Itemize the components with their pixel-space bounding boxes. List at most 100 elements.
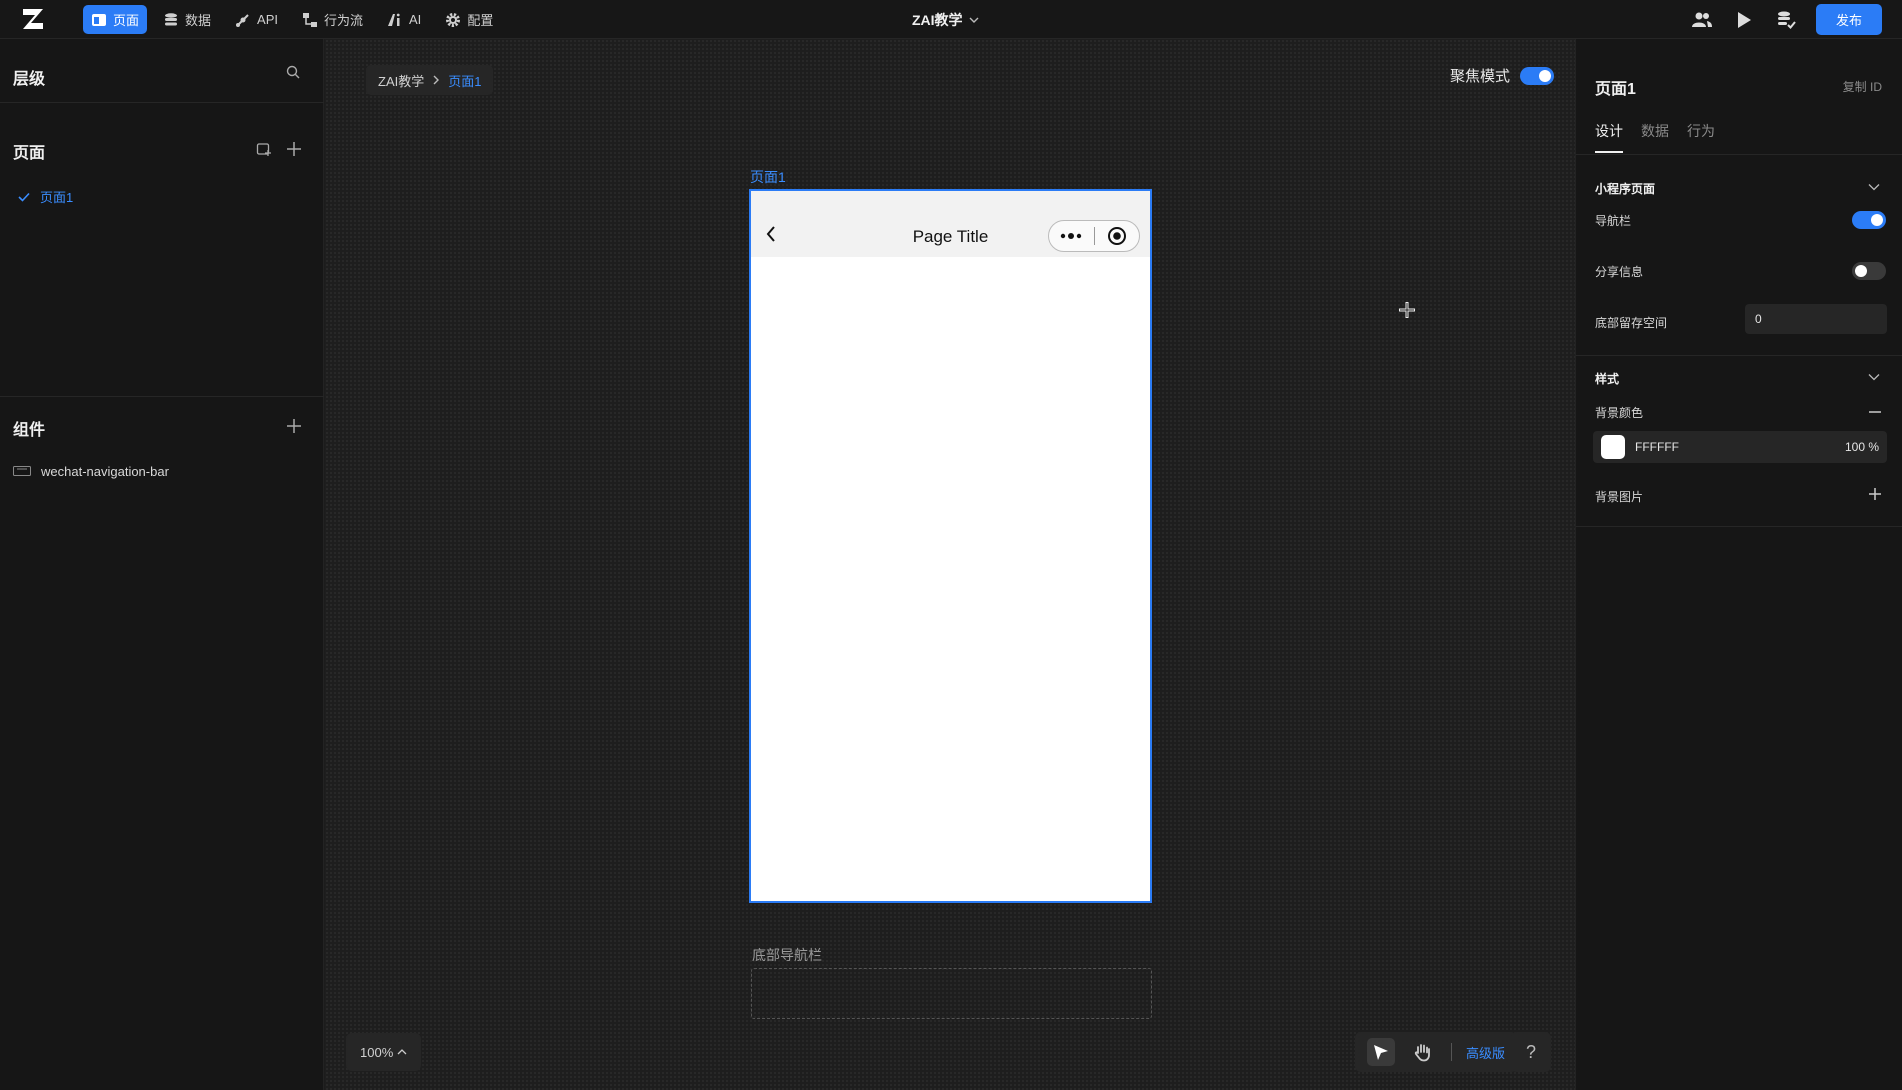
hand-tool[interactable] xyxy=(1409,1038,1437,1066)
right-panel: 页面1 复制 ID 设计 数据 行为 小程序页面 导航栏 分享信息 底部留存空间… xyxy=(1575,39,1902,1090)
add-page-icon[interactable] xyxy=(286,141,302,157)
database-icon xyxy=(165,12,178,25)
preview-button[interactable] xyxy=(1732,8,1756,32)
pages-title: 页面 xyxy=(13,145,46,162)
nav-page[interactable]: 页面 xyxy=(83,5,148,34)
tab-data[interactable]: 数据 xyxy=(1641,121,1669,153)
nav-ai-label: AI xyxy=(409,12,422,27)
chevron-down-icon[interactable] xyxy=(1868,373,1880,381)
bottom-space-input[interactable] xyxy=(1745,304,1887,334)
divider xyxy=(0,102,324,103)
chevron-down-icon xyxy=(969,17,979,23)
crosshair-cursor-icon xyxy=(1399,302,1415,318)
advanced-edition-link[interactable]: 高级版 xyxy=(1466,1043,1505,1062)
bottom-space-label: 底部留存空间 xyxy=(1595,316,1668,330)
tab-design[interactable]: 设计 xyxy=(1595,121,1623,153)
database-check-icon xyxy=(1777,11,1796,29)
app-logo[interactable] xyxy=(20,6,46,32)
publish-button[interactable]: 发布 xyxy=(1815,4,1882,35)
nav-config[interactable]: 配置 xyxy=(437,5,501,34)
phone-frame[interactable]: Page Title xyxy=(749,189,1152,903)
plus-icon[interactable] xyxy=(1868,487,1882,501)
divider xyxy=(0,396,324,397)
database-sync-button[interactable] xyxy=(1774,8,1798,32)
nav-ai[interactable]: AI xyxy=(379,5,429,34)
nav-bar-toggle[interactable] xyxy=(1852,211,1886,229)
minus-icon[interactable] xyxy=(1868,405,1882,419)
search-icon[interactable] xyxy=(286,65,300,79)
page-item-1[interactable]: 页面1 xyxy=(18,187,73,206)
page-item-label: 页面1 xyxy=(40,190,74,205)
focus-mode-toggle[interactable] xyxy=(1520,66,1554,85)
inspector-title: 页面1 xyxy=(1595,81,1636,98)
style-section-title: 样式 xyxy=(1595,372,1620,386)
collaborators-button[interactable] xyxy=(1690,8,1714,32)
breadcrumb-current[interactable]: 页面1 xyxy=(448,71,481,90)
bg-color-label: 背景颜色 xyxy=(1595,406,1644,420)
nav-page-label: 页面 xyxy=(113,13,140,28)
bg-image-label: 背景图片 xyxy=(1595,490,1644,504)
focus-mode: 聚焦模式 xyxy=(1450,65,1554,86)
inspector-tabs: 设计 数据 行为 xyxy=(1595,121,1715,153)
add-component-icon[interactable] xyxy=(286,418,302,434)
chevron-down-icon[interactable] xyxy=(1868,183,1880,191)
components-title: 组件 xyxy=(13,422,46,439)
bottom-nav-label: 底部导航栏 xyxy=(752,947,822,963)
frame-label[interactable]: 页面1 xyxy=(750,167,786,187)
add-folder-icon[interactable] xyxy=(256,141,272,157)
pointer-icon xyxy=(1374,1045,1388,1060)
select-tool[interactable] xyxy=(1367,1038,1395,1066)
share-info-toggle[interactable] xyxy=(1852,262,1886,280)
target-circle-icon xyxy=(1107,227,1126,245)
tab-behavior[interactable]: 行为 xyxy=(1687,121,1715,153)
nav-flow-label: 行为流 xyxy=(324,13,364,28)
phone-navigation-bar[interactable]: Page Title xyxy=(751,191,1150,257)
color-hex-value[interactable]: FFFFFF xyxy=(1635,440,1835,454)
navigation-bar-icon xyxy=(13,465,31,476)
nav-api-label: API xyxy=(257,12,278,27)
toolbar-separator xyxy=(1451,1043,1452,1061)
top-right-actions: 发布 xyxy=(1690,4,1882,35)
top-bar: 页面 数据 API 行为流 AI 配置 ZAI教学 发布 xyxy=(0,0,1902,39)
more-button[interactable] xyxy=(1049,221,1094,251)
project-switcher[interactable]: ZAI教学 xyxy=(912,10,979,30)
help-button[interactable]: ? xyxy=(1511,1032,1551,1072)
chevron-up-icon xyxy=(397,1049,407,1055)
zoom-control[interactable]: 100% xyxy=(346,1033,422,1071)
component-item-label: wechat-navigation-bar xyxy=(41,464,169,479)
left-panel: 层级 页面 页面1 组件 wechat-navigation-bar xyxy=(0,39,324,1090)
nav-data-label: 数据 xyxy=(185,13,212,28)
bottom-nav-placeholder[interactable] xyxy=(751,968,1152,1019)
ai-icon xyxy=(388,13,400,26)
mini-program-capsule xyxy=(1048,220,1140,252)
color-opacity-value[interactable]: 100 % xyxy=(1845,440,1879,454)
api-icon xyxy=(236,13,249,27)
flow-icon xyxy=(303,12,317,27)
canvas-toolbar: 高级版 xyxy=(1355,1032,1518,1072)
design-canvas[interactable]: ZAI教学 页面1 聚焦模式 页面1 Page Title 底部导航栏 100% xyxy=(325,39,1575,1090)
breadcrumb: ZAI教学 页面1 xyxy=(366,65,494,95)
main-nav: 页面 数据 API 行为流 AI 配置 xyxy=(83,5,501,34)
color-swatch[interactable] xyxy=(1601,435,1625,459)
copy-id-button[interactable]: 复制 ID xyxy=(1843,78,1882,95)
miniprogram-section-title: 小程序页面 xyxy=(1595,182,1656,196)
more-dots-icon xyxy=(1061,233,1082,239)
page-icon xyxy=(92,13,106,26)
focus-mode-label: 聚焦模式 xyxy=(1449,68,1510,85)
component-item[interactable]: wechat-navigation-bar xyxy=(13,464,169,479)
nav-data[interactable]: 数据 xyxy=(155,5,219,34)
project-name: ZAI教学 xyxy=(912,12,963,28)
close-button[interactable] xyxy=(1094,221,1139,251)
breadcrumb-root[interactable]: ZAI教学 xyxy=(378,71,424,90)
bg-color-picker[interactable]: FFFFFF 100 % xyxy=(1593,431,1887,463)
divider xyxy=(1576,526,1902,527)
users-icon xyxy=(1691,12,1712,27)
nav-config-label: 配置 xyxy=(467,13,494,28)
nav-api[interactable]: API xyxy=(227,5,286,34)
check-icon xyxy=(18,192,30,202)
share-info-label: 分享信息 xyxy=(1595,265,1644,279)
zoom-value: 100% xyxy=(360,1044,394,1060)
hand-icon xyxy=(1414,1044,1430,1062)
nav-flow[interactable]: 行为流 xyxy=(294,5,371,34)
play-icon xyxy=(1737,11,1751,28)
